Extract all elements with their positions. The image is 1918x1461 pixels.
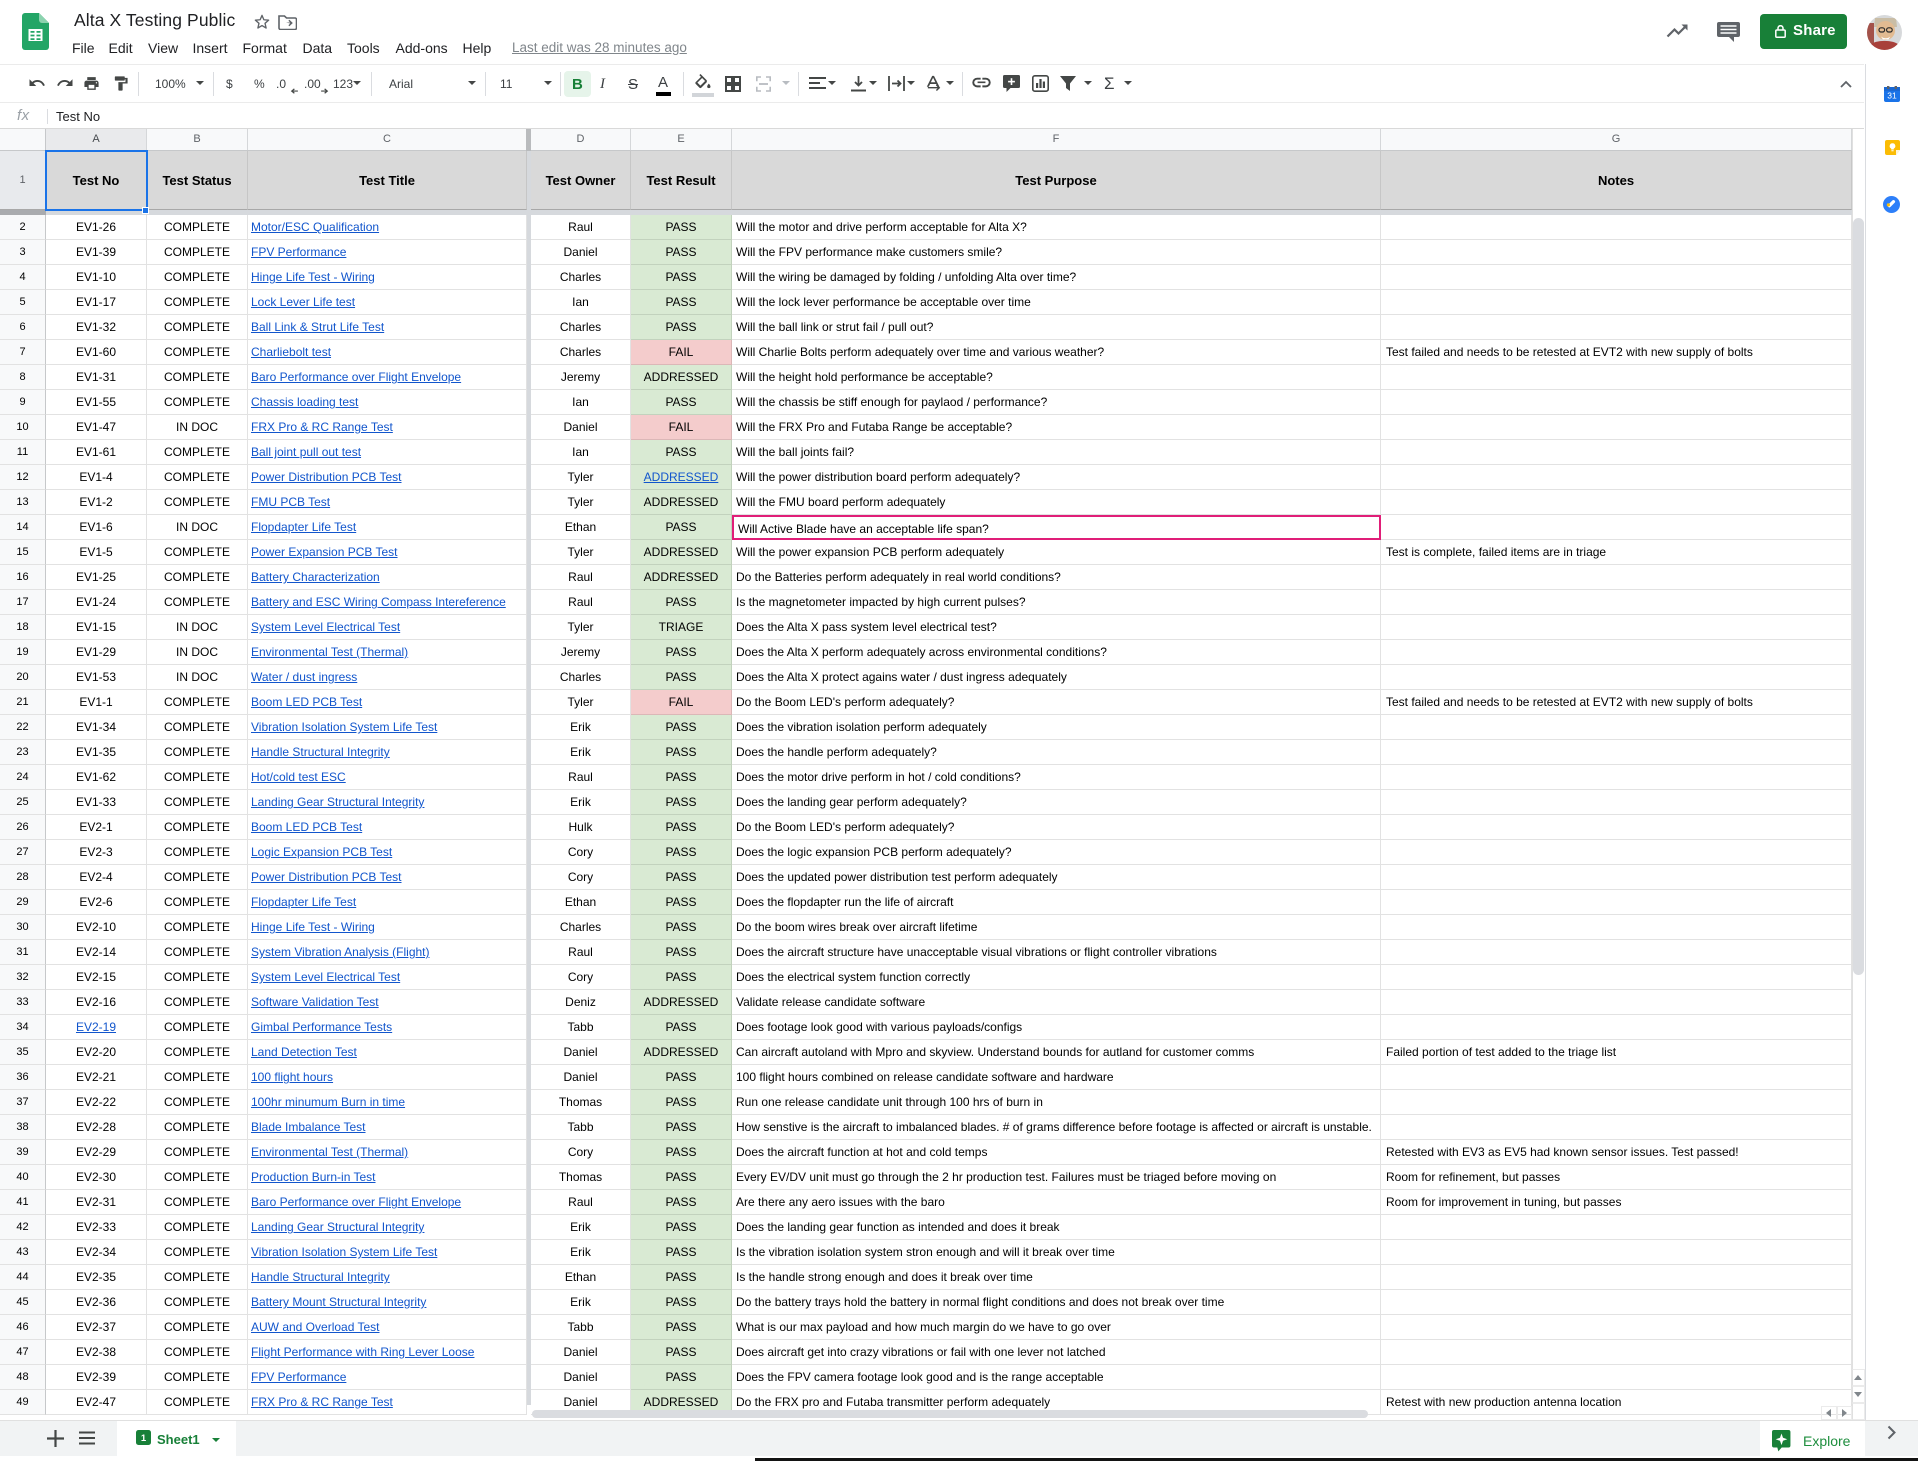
svg-text:1: 1 <box>141 1433 147 1444</box>
svg-text:31: 31 <box>1887 91 1897 101</box>
